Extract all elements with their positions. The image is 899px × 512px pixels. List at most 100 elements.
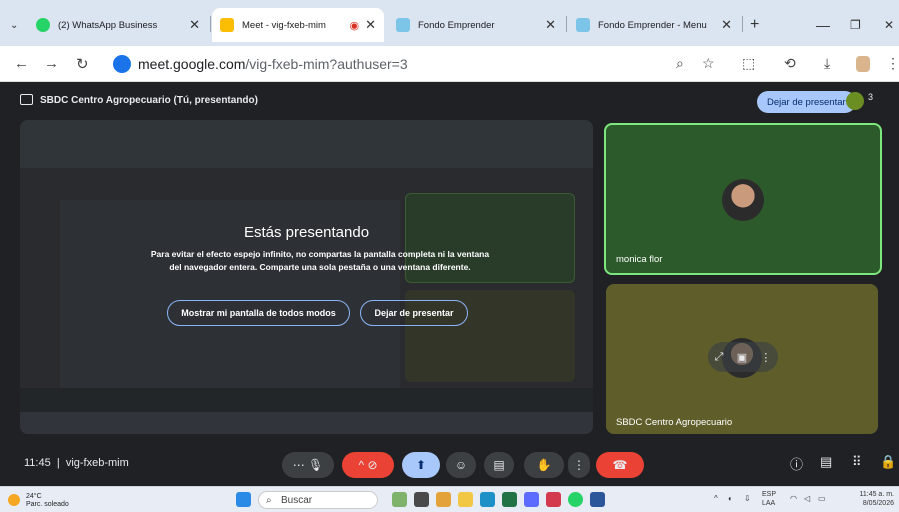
zoom-icon[interactable]: ⌕ <box>676 55 684 72</box>
avatar <box>722 179 764 221</box>
taskbar-clock[interactable]: 11:45 a. m. 8/05/2026 <box>846 490 894 508</box>
camera-off-icon: ⊘ <box>367 458 378 472</box>
menu-kebab-icon[interactable]: ⋮ <box>886 55 899 72</box>
word-icon[interactable] <box>590 492 605 507</box>
download-icon[interactable]: ⤓ <box>824 55 830 72</box>
more-options-icon[interactable]: ⋮ <box>760 351 771 364</box>
presentation-stage: Estás presentando Para evitar el efecto … <box>20 120 593 434</box>
weather-widget[interactable]: 24°C Parc. soleado <box>26 493 69 509</box>
meeting-title: SBDC Centro Agropecuario (Tú, presentand… <box>40 95 258 106</box>
app-icon[interactable] <box>392 492 407 507</box>
presenting-overlay: Estás presentando Para evitar el efecto … <box>20 120 593 434</box>
taskbar-search[interactable]: ⌕ Buscar <box>258 491 378 509</box>
app-icon[interactable] <box>524 492 539 507</box>
present-screen-icon <box>20 94 33 105</box>
participant-tile-sbdc[interactable]: ⤢ ▣ ⋮ SBDC Centro Agropecuario <box>606 284 878 434</box>
battery-icon[interactable]: ▭ <box>818 494 826 503</box>
minimize-icon[interactable]: — <box>816 14 830 36</box>
overlay-message: Para evitar el efecto espejo infinito, n… <box>150 249 490 272</box>
close-icon[interactable]: ✕ <box>365 17 376 33</box>
close-icon[interactable]: ✕ <box>545 17 556 33</box>
tray-app-icon[interactable]: ◐ <box>728 494 733 503</box>
close-icon[interactable]: ✕ <box>189 17 200 33</box>
tab-fondo-emprender[interactable]: Fondo Emprender ✕ <box>388 8 564 42</box>
app-icon[interactable] <box>546 492 561 507</box>
overlay-title: Estás presentando <box>243 224 370 241</box>
meet-header: SBDC Centro Agropecuario (Tú, presentand… <box>0 82 899 120</box>
camera-button[interactable]: ^ ⊘ <box>342 452 394 478</box>
chrome-icon[interactable] <box>436 492 451 507</box>
wifi-icon[interactable]: ◠ <box>790 494 797 503</box>
back-icon[interactable]: ← <box>14 55 29 72</box>
bookmark-star-icon[interactable]: ☆ <box>702 55 715 72</box>
tray-chevron-icon[interactable]: ^ <box>714 494 718 503</box>
whatsapp-icon[interactable] <box>568 492 583 507</box>
stop-presenting-button[interactable]: Dejar de presentar <box>757 91 856 113</box>
pin-icon[interactable]: ▣ <box>737 351 747 364</box>
forward-icon[interactable]: → <box>44 55 59 72</box>
chat-icon[interactable]: ▤ <box>820 454 832 470</box>
recording-icon: ◉ <box>349 19 360 32</box>
extensions-icon[interactable]: ⬚ <box>742 55 755 72</box>
participant-count: 3 <box>868 92 874 102</box>
url-text[interactable]: meet.google.com/vig-fxeb-mim?authuser=3 <box>138 56 408 72</box>
tile-controls: ⤢ ▣ ⋮ <box>708 342 778 372</box>
participant-name: monica flor <box>616 254 663 265</box>
hand-icon: ✋ <box>536 458 552 472</box>
fondo-emprender-icon <box>396 18 410 32</box>
host-controls-icon[interactable]: 🔒 <box>880 454 896 470</box>
close-icon[interactable]: ✕ <box>721 17 732 33</box>
show-screen-anyway-button[interactable]: Mostrar mi pantalla de todos modos <box>167 300 350 326</box>
meeting-info-icon[interactable]: ⓘ <box>790 454 803 473</box>
present-icon: ⬆ <box>415 458 427 472</box>
participant-name: SBDC Centro Agropecuario <box>616 417 733 428</box>
tab-meet[interactable]: Meet - vig-fxeb-mim ◉ ✕ <box>212 8 384 42</box>
tab-search-icon[interactable]: ⌄ <box>10 14 18 36</box>
start-icon[interactable] <box>236 492 251 507</box>
excel-icon[interactable] <box>502 492 517 507</box>
emoji-button[interactable]: ☺ <box>446 452 476 478</box>
activities-icon[interactable]: ⠿ <box>852 454 862 470</box>
screen: ⌄ (2) WhatsApp Business ✕ Meet - vig-fxe… <box>0 0 899 512</box>
profile-avatar[interactable] <box>856 56 870 72</box>
microphone-button[interactable]: ⋯ 🎙 <box>282 452 334 478</box>
new-tab-icon[interactable]: + <box>750 14 759 36</box>
tray-usb-icon[interactable]: ⇩ <box>744 494 751 503</box>
emoji-icon: ☺ <box>454 458 468 472</box>
chevron-up-icon: ^ <box>358 458 365 472</box>
tab-whatsapp[interactable]: (2) WhatsApp Business ✕ <box>28 8 208 42</box>
meeting-time-and-code: 11:45 | vig-fxeb-mim <box>24 457 129 469</box>
mic-icon: 🎙 <box>308 458 324 472</box>
address-toolbar: ← → ↻ meet.google.com/vig-fxeb-mim?authu… <box>0 46 899 82</box>
more-options-button[interactable]: ⋮ <box>568 452 590 478</box>
leave-call-button[interactable]: ☎ <box>596 452 644 478</box>
weather-icon[interactable] <box>8 494 20 506</box>
language-indicator[interactable]: ESP LAA <box>762 490 776 508</box>
participant-tile-monica[interactable]: monica flor <box>604 123 882 275</box>
windows-taskbar: 24°C Parc. soleado ⌕ Buscar ^ ◐ ⇩ ESP LAA ◠… <box>0 486 899 512</box>
edge-icon[interactable] <box>480 492 495 507</box>
search-icon: ⌕ <box>266 494 272 506</box>
volume-icon[interactable]: ◁ <box>804 494 810 503</box>
more-vert-icon: ⋮ <box>573 458 585 472</box>
app-icon[interactable] <box>414 492 429 507</box>
restore-icon[interactable]: ❐ <box>850 14 861 36</box>
site-info-icon[interactable] <box>113 55 131 73</box>
captions-icon: ▤ <box>493 458 505 472</box>
tab-strip: ⌄ (2) WhatsApp Business ✕ Meet - vig-fxe… <box>0 0 899 46</box>
present-now-button[interactable]: ⬆ <box>402 452 440 478</box>
file-explorer-icon[interactable] <box>458 492 473 507</box>
participants-avatar[interactable] <box>846 92 864 110</box>
more-icon: ⋯ <box>292 458 305 472</box>
history-icon[interactable]: ⟲ <box>784 55 796 72</box>
fondo-emprender-icon <box>576 18 590 32</box>
whatsapp-icon <box>36 18 50 32</box>
tab-fondo-emprender-menu[interactable]: Fondo Emprender - Menu ✕ <box>568 8 740 42</box>
captions-button[interactable]: ▤ <box>484 452 514 478</box>
raise-hand-button[interactable]: ✋ <box>524 452 564 478</box>
overlay-stop-presenting-button[interactable]: Dejar de presentar <box>360 300 468 326</box>
close-window-icon[interactable]: ✕ <box>884 14 894 36</box>
fullscreen-icon[interactable]: ⤢ <box>715 351 724 364</box>
meet-icon <box>220 18 234 32</box>
reload-icon[interactable]: ↻ <box>76 55 89 73</box>
